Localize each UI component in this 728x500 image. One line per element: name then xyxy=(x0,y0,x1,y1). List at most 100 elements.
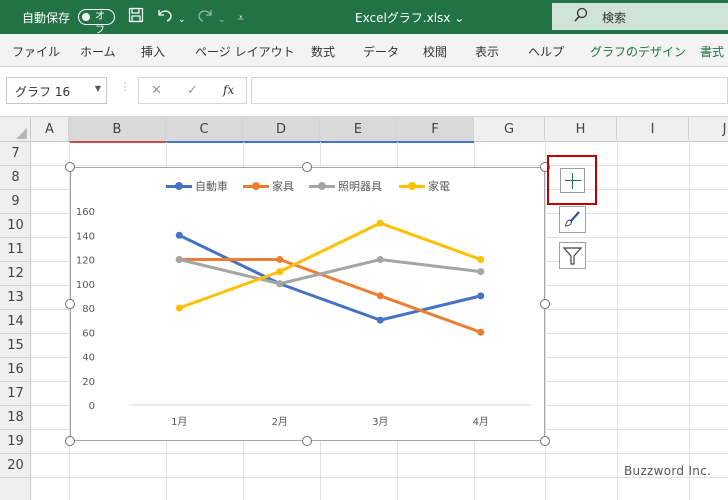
data-point[interactable] xyxy=(477,328,485,336)
data-point[interactable] xyxy=(276,268,284,276)
row-header[interactable]: 12 xyxy=(0,262,31,286)
tab-view[interactable]: 表示 xyxy=(475,43,499,60)
row-header[interactable]: 7 xyxy=(0,142,31,166)
tab-data[interactable]: データ xyxy=(363,43,399,60)
chart-elements-button[interactable] xyxy=(547,155,597,205)
data-point[interactable] xyxy=(175,304,183,312)
formula-bar: グラフ 16 ▼ ⋮ ✕ ✓ fx xyxy=(0,67,728,117)
data-point[interactable] xyxy=(376,292,384,300)
row-header[interactable]: 15 xyxy=(0,334,31,358)
resize-handle-left[interactable] xyxy=(65,299,75,309)
cancel-icon[interactable]: ✕ xyxy=(151,83,162,98)
column-header-g[interactable]: G xyxy=(474,117,545,142)
more-options-icon[interactable]: ⋮ xyxy=(120,82,130,93)
row-header[interactable]: 11 xyxy=(0,238,31,262)
customize-toolbar-icon[interactable]: ⩡ xyxy=(238,10,244,28)
chevron-down-icon[interactable]: ▼ xyxy=(95,84,101,93)
row-header[interactable]: 9 xyxy=(0,190,31,214)
data-point[interactable] xyxy=(477,292,485,300)
column-header-d[interactable]: D xyxy=(243,117,320,142)
data-point[interactable] xyxy=(477,268,485,276)
watermark: Buzzword Inc. xyxy=(624,464,712,478)
document-title[interactable]: Excelグラフ.xlsx ⌄ xyxy=(355,9,464,26)
name-box[interactable]: グラフ 16 ▼ xyxy=(6,77,107,104)
row-header[interactable]: 14 xyxy=(0,310,31,334)
column-header-c[interactable]: C xyxy=(166,117,243,142)
data-point[interactable] xyxy=(175,231,183,239)
gridline xyxy=(31,453,728,454)
column-header-a[interactable]: A xyxy=(31,117,69,142)
series-line[interactable] xyxy=(178,258,481,286)
data-point[interactable] xyxy=(376,219,384,227)
save-icon[interactable] xyxy=(128,7,144,27)
undo-icon[interactable] xyxy=(156,7,174,27)
search-icon xyxy=(574,7,588,27)
plus-icon xyxy=(560,168,585,193)
redo-icon[interactable] xyxy=(196,7,214,27)
ribbon-tabs: ファイル ホーム 挿入 ページ レイアウト 数式 データ 校閲 表示 ヘルプ グ… xyxy=(0,34,728,67)
resize-handle-top-left[interactable] xyxy=(65,162,75,172)
chart-filters-button[interactable] xyxy=(559,242,586,269)
tab-formulas[interactable]: 数式 xyxy=(311,43,335,60)
range-highlight-red xyxy=(69,141,166,143)
gridline xyxy=(617,142,618,500)
resize-handle-bottom-right[interactable] xyxy=(540,436,550,446)
select-all-button[interactable] xyxy=(0,117,31,142)
row-header[interactable]: 18 xyxy=(0,406,31,430)
resize-handle-bottom-left[interactable] xyxy=(65,436,75,446)
tab-insert[interactable]: 挿入 xyxy=(141,43,165,60)
data-point[interactable] xyxy=(376,256,384,263)
tab-review[interactable]: 校閲 xyxy=(423,43,447,60)
tab-chart-design[interactable]: グラフのデザイン xyxy=(590,43,686,60)
tab-file[interactable]: ファイル xyxy=(12,43,60,60)
row-header[interactable]: 13 xyxy=(0,286,31,310)
autosave-toggle[interactable]: オフ xyxy=(78,9,115,36)
resize-handle-bottom[interactable] xyxy=(302,436,312,446)
chart-styles-button[interactable] xyxy=(559,206,586,233)
plot-area[interactable]: 0 20 40 60 80 100 120 140 160 1月 2月 3月 4月 xyxy=(71,168,546,442)
column-header-i[interactable]: I xyxy=(617,117,689,142)
resize-handle-right[interactable] xyxy=(540,299,550,309)
column-header-j[interactable]: J xyxy=(689,117,728,142)
line-chart[interactable]: 自動車 家具 照明器具 家電 0 20 40 60 80 100 120 140 160 1月 2月… xyxy=(70,167,545,441)
column-header-b[interactable]: B xyxy=(69,117,166,142)
resize-handle-top[interactable] xyxy=(302,162,312,172)
gridline xyxy=(689,142,690,500)
formula-input[interactable] xyxy=(251,77,728,104)
autosave-label: 自動保存 xyxy=(22,11,71,25)
formula-buttons: ✕ ✓ fx xyxy=(138,77,247,104)
y-tick-label: 40 xyxy=(82,353,95,364)
data-point[interactable] xyxy=(376,316,384,324)
filter-icon xyxy=(562,247,583,265)
data-point[interactable] xyxy=(477,256,485,263)
row-header[interactable]: 17 xyxy=(0,382,31,406)
column-header-e[interactable]: E xyxy=(320,117,397,142)
tab-help[interactable]: ヘルプ xyxy=(528,43,564,60)
tab-page-layout[interactable]: ページ レイアウト xyxy=(195,43,295,60)
tab-home[interactable]: ホーム xyxy=(80,43,116,60)
data-point[interactable] xyxy=(276,256,284,263)
gridline xyxy=(31,165,728,166)
redo-dropdown-icon[interactable]: ⌄ xyxy=(218,11,226,29)
data-point[interactable] xyxy=(276,280,284,288)
tab-format[interactable]: 書式 xyxy=(700,43,724,60)
row-header[interactable]: 20 xyxy=(0,454,31,478)
enter-icon[interactable]: ✓ xyxy=(187,83,198,98)
plus-icon-h xyxy=(565,180,581,181)
undo-dropdown-icon[interactable]: ⌄ xyxy=(178,11,186,29)
column-header-f[interactable]: F xyxy=(397,117,474,142)
row-header[interactable]: 16 xyxy=(0,358,31,382)
row-header[interactable]: 19 xyxy=(0,430,31,454)
x-tick-label: 3月 xyxy=(372,416,388,428)
row-header[interactable]: 10 xyxy=(0,214,31,238)
column-header-h[interactable]: H xyxy=(545,117,617,142)
toggle-knob xyxy=(82,13,90,21)
y-tick-label: 60 xyxy=(82,328,95,339)
y-tick-label: 140 xyxy=(76,231,95,242)
row-header[interactable]: 8 xyxy=(0,166,31,190)
data-point[interactable] xyxy=(175,256,183,263)
plus-icon-v xyxy=(572,173,573,189)
insert-function-icon[interactable]: fx xyxy=(223,83,234,97)
brush-icon xyxy=(564,211,580,227)
search-box[interactable]: 検索 xyxy=(552,3,728,30)
